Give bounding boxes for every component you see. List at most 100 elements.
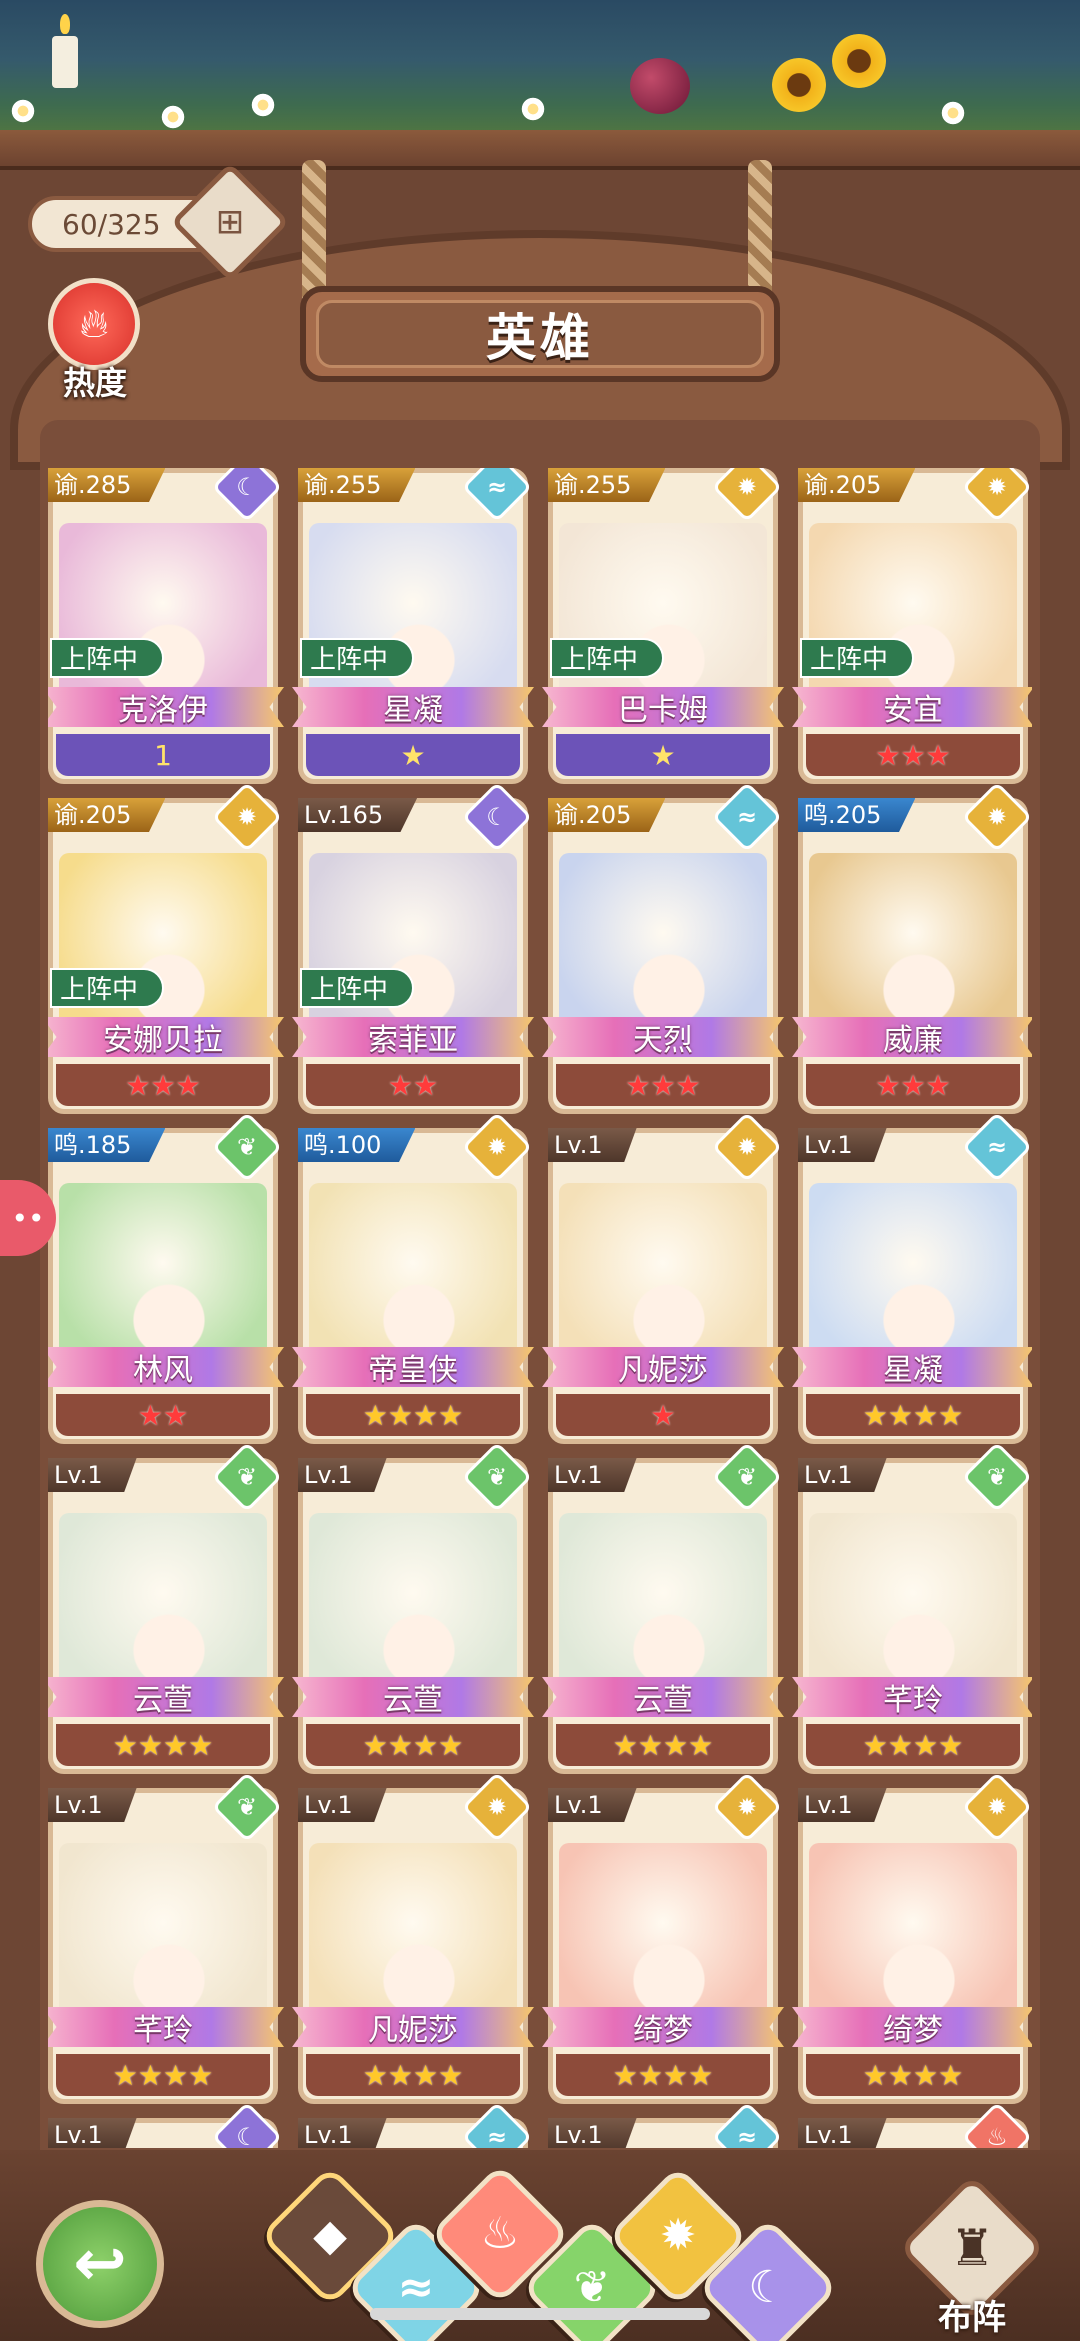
hero-level-badge: Lv.1 (548, 1788, 637, 1822)
hero-name: 威廉 (883, 1023, 943, 1058)
hero-rank-stars: ★★ (56, 1394, 270, 1436)
hero-card-partial[interactable]: Lv.1 ≈ (548, 2101, 783, 2148)
hero-level-badge: Lv.165 (298, 798, 418, 832)
page-title: 英雄 (316, 300, 764, 368)
hero-rank-stars: 1 (56, 734, 270, 776)
title-plate: 英雄 (300, 286, 780, 382)
hero-card[interactable]: Lv.1 ❦ 云萱 ★★★★ (48, 1441, 284, 1774)
hero-name-ribbon: 林风 (48, 1347, 284, 1387)
hero-card[interactable]: Lv.1 ✹ 绮梦 ★★★★ (542, 1771, 784, 2104)
hero-name-ribbon: 安宜 (792, 687, 1032, 727)
hero-name-ribbon: 星凝 (292, 687, 534, 728)
hero-card[interactable]: 谕.205 ≈ 天烈 ★★★ (542, 781, 784, 1114)
hero-name-ribbon: 安娜贝拉 (48, 1017, 284, 1058)
hero-level-badge: Lv.1 (798, 2118, 887, 2148)
sunflower-decoration (772, 58, 826, 112)
hero-name: 云萱 (133, 1683, 193, 1718)
hero-rank-stars: ★★★★ (306, 1394, 520, 1436)
hero-level-badge: 谕.255 (298, 468, 416, 502)
hero-card[interactable]: 鸣.185 ❦ 林风 ★★ (48, 1111, 284, 1444)
hero-card[interactable]: 谕.255 ≈ 上阵中 星凝 ★ (292, 468, 534, 784)
hero-name: 安娜贝拉 (103, 1023, 223, 1058)
hero-card-partial[interactable]: Lv.1 ♨ (798, 2101, 1032, 2148)
hero-rank-stars: ★★ (306, 1064, 520, 1106)
hero-name: 绮梦 (883, 2013, 943, 2048)
hero-level-badge: Lv.1 (798, 1128, 887, 1162)
hero-level-badge: 谕.255 (548, 468, 666, 502)
hero-card[interactable]: 谕.205 ✹ 上阵中 安娜贝拉 ★★★ (48, 781, 284, 1114)
hero-name: 巴卡姆 (618, 693, 708, 728)
hero-rank-stars: ★★★ (806, 1064, 1020, 1106)
hero-card-partial[interactable]: Lv.1 ☾ (48, 2101, 283, 2148)
hero-card[interactable]: 谕.255 ✹ 上阵中 巴卡姆 ★ (542, 468, 784, 784)
hero-name: 克洛伊 (118, 693, 208, 728)
hero-rank-stars: ★★★★ (806, 2054, 1020, 2096)
hero-level-badge: 鸣.205 (798, 798, 916, 832)
hero-name-ribbon: 芊玲 (48, 2007, 284, 2047)
hero-name: 索菲亚 (368, 1023, 458, 1058)
hero-card[interactable]: Lv.1 ✹ 绮梦 ★★★★ (792, 1771, 1032, 2104)
sun-icon: ✹ (659, 2210, 697, 2261)
deployed-badge: 上阵中 (550, 638, 665, 678)
hero-card[interactable]: Lv.1 ❦ 芊玲 ★★★★ (792, 1441, 1032, 1774)
back-button[interactable]: ↩ (36, 2200, 164, 2328)
hero-name-ribbon: 帝皇侠 (292, 1347, 534, 1387)
hero-rank-stars: ★ (306, 734, 520, 776)
hero-name-ribbon: 云萱 (292, 1677, 534, 1718)
flower-decoration (10, 98, 36, 124)
hero-card[interactable]: Lv.1 ✹ 凡妮莎 ★★★★ (292, 1771, 534, 2104)
hero-card[interactable]: 谕.205 ✹ 上阵中 安宜 ★★★ (792, 468, 1032, 784)
hero-level-badge: Lv.1 (548, 2118, 637, 2148)
hero-level-badge: 谕.205 (548, 798, 666, 832)
hero-card[interactable]: Lv.1 ✹ 凡妮莎 ★ (542, 1111, 784, 1444)
hero-card[interactable]: Lv.1 ❦ 芊玲 ★★★★ (48, 1771, 284, 2104)
hero-level-badge: Lv.1 (48, 2118, 137, 2148)
hero-name: 天烈 (633, 1023, 693, 1058)
hero-level-badge: Lv.1 (548, 1128, 637, 1162)
hero-name-ribbon: 威廉 (792, 1017, 1032, 1058)
hero-name-ribbon: 索菲亚 (292, 1017, 534, 1058)
hero-rank-stars: ★★★★ (556, 1724, 770, 1766)
hero-card[interactable]: Lv.1 ≈ 星凝 ★★★★ (792, 1111, 1032, 1444)
flower-decoration (520, 96, 546, 122)
flower-decoration (160, 104, 186, 130)
hero-level-badge: Lv.1 (298, 1788, 387, 1822)
hero-name: 星凝 (883, 1353, 943, 1388)
hero-rank-stars: ★ (556, 1394, 770, 1436)
face-icon: •• (11, 1201, 45, 1235)
hero-level-badge: 谕.205 (48, 798, 166, 832)
hero-level-badge: 谕.285 (48, 468, 166, 502)
hero-level-badge: 谕.205 (798, 468, 916, 502)
hero-level-badge: Lv.1 (48, 1458, 137, 1492)
hero-rank-stars: ★★★★ (806, 1394, 1020, 1436)
home-indicator[interactable] (370, 2308, 710, 2320)
hero-name-ribbon: 克洛伊 (48, 687, 284, 728)
hero-level-badge: Lv.1 (798, 1788, 887, 1822)
hero-card[interactable]: Lv.165 ☾ 上阵中 索菲亚 ★★ (292, 781, 534, 1114)
hero-name-ribbon: 云萱 (48, 1677, 284, 1718)
flower-decoration (250, 92, 276, 118)
formation-label: 布阵 (938, 2298, 1006, 2338)
hero-card-partial[interactable]: Lv.1 ≈ (298, 2101, 533, 2148)
hero-rank-stars: ★★★★ (806, 1724, 1020, 1766)
hero-rank-stars: ★★★★ (56, 2054, 270, 2096)
hero-card[interactable]: 谕.285 ☾ 上阵中 克洛伊 1 (48, 468, 284, 784)
moon-icon: ☾ (748, 2262, 788, 2313)
plus-box-icon: ⊞ (215, 202, 245, 242)
hero-name: 星凝 (383, 693, 443, 728)
hero-name: 云萱 (383, 1683, 443, 1718)
hero-name: 凡妮莎 (618, 1353, 708, 1388)
hero-rank-stars: ★ (556, 734, 770, 776)
hero-card[interactable]: Lv.1 ❦ 云萱 ★★★★ (292, 1441, 534, 1774)
hero-card[interactable]: 鸣.100 ✹ 帝皇侠 ★★★★ (292, 1111, 534, 1444)
hero-level-badge: Lv.1 (548, 1458, 637, 1492)
popularity-button[interactable]: 🔥︎ (48, 278, 140, 370)
hero-level-badge: Lv.1 (298, 2118, 387, 2148)
forest-scene-banner (0, 0, 1080, 150)
hero-name-ribbon: 绮梦 (792, 2007, 1032, 2048)
hero-card[interactable]: 鸣.205 ✹ 威廉 ★★★ (792, 781, 1032, 1114)
candle-decoration (52, 14, 78, 88)
hero-card[interactable]: Lv.1 ❦ 云萱 ★★★★ (542, 1441, 784, 1774)
hero-level-badge: 鸣.100 (298, 1128, 416, 1162)
hero-name-ribbon: 芊玲 (792, 1677, 1032, 1717)
